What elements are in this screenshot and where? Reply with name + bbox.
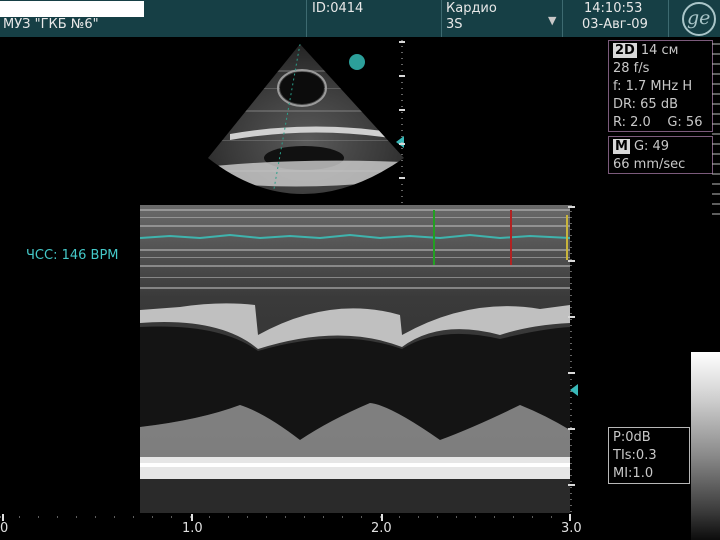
mi-value: MI:1.0 [613,466,654,481]
header-divider [306,0,307,37]
dynamic-range: DR: 65 dB [613,97,678,112]
frame-rate: 28 f/s [613,61,650,76]
clock-time: 14:10:53 [584,1,643,16]
depth-scale-m [568,205,575,513]
r-g-values: R: 2.0 G: 56 [613,115,703,130]
power-value: P:0dB [613,430,651,445]
m-gain: G: 49 [633,139,670,154]
time-tick-label: 3.0 [561,521,582,536]
exam-preset[interactable]: Кардио [446,1,497,16]
facility-name: МУЗ "ГКБ №6" [3,17,99,32]
2d-sector-image [208,44,404,194]
mode-badge-m: M [613,139,630,154]
chevron-down-icon[interactable]: ▼ [548,14,556,27]
tis-value: TIs:0.3 [613,448,657,463]
header-divider [668,0,669,37]
panel-2d-params: 2D 14 см 28 f/s f: 1.7 MHz H DR: 65 dB R:… [608,40,713,132]
time-tick-label: 1.0 [182,521,203,536]
patient-id: ID:0414 [312,1,364,16]
panel-m-params: M G: 49 66 mm/sec [608,136,713,174]
panel-acoustic-power: P:0dB TIs:0.3 MI:1.0 [608,427,690,484]
ge-logo-icon: ge [682,2,716,36]
exam-date: 03-Авг-09 [582,17,648,32]
depth-value: 14 см [640,43,679,58]
m-mode-image [140,205,570,513]
orientation-marker [349,54,365,70]
patient-name-redacted [0,1,144,17]
heart-rate-readout: ЧСС: 146 BPM [26,248,119,263]
time-tick-label: 0 [0,521,9,536]
time-tick-label: 2.0 [371,521,392,536]
grayscale-bar [691,352,720,540]
depth-scale-2d [399,40,405,206]
header-bar: МУЗ "ГКБ №6" ID:0414 Кардио 3S ▼ 14:10:5… [0,0,720,37]
mode-badge-2d: 2D [613,43,637,58]
focus-marker-m[interactable] [570,384,578,396]
header-divider [441,0,442,37]
frequency: f: 1.7 MHz H [613,79,693,94]
sweep-speed: 66 mm/sec [613,157,686,172]
header-divider [562,0,563,37]
probe-name[interactable]: 3S [446,17,463,32]
time-axis [0,514,576,521]
right-edge-scale [712,43,720,215]
